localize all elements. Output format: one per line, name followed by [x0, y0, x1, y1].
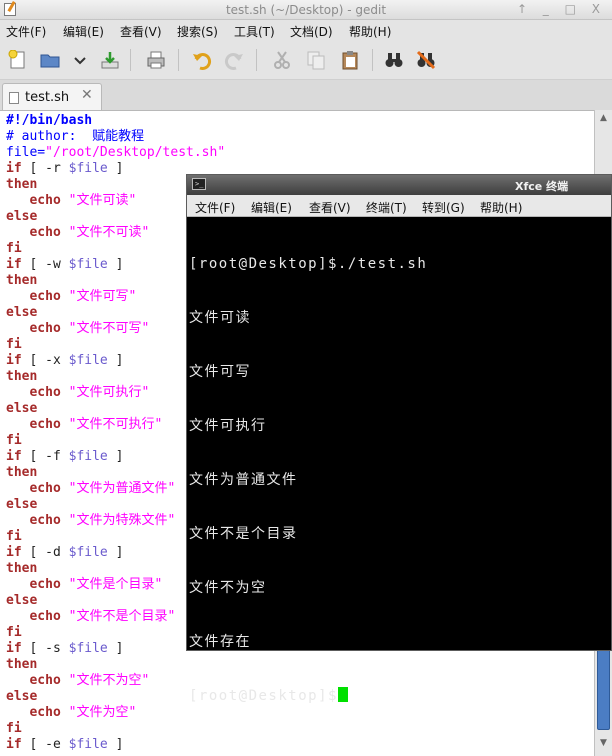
- terminal-line: [root@Desktop]$./test.sh: [189, 256, 428, 272]
- terminal-output[interactable]: [root@Desktop]$./test.sh 文件可读 文件可写 文件可执行…: [189, 219, 427, 741]
- scroll-down-icon[interactable]: ▼: [598, 738, 609, 750]
- print-icon[interactable]: [146, 50, 166, 70]
- cut-icon[interactable]: [272, 50, 292, 70]
- scrollbar-thumb[interactable]: [597, 646, 610, 730]
- menu-bar: 文件(F) 编辑(E) 查看(V) 搜索(S) 工具(T) 文档(D) 帮助(H…: [0, 20, 612, 40]
- terminal-window[interactable]: >_ Xfce 终端 文件(F) 编辑(E) 查看(V) 终端(T) 转到(G)…: [186, 174, 612, 704]
- terminal-line: 文件可写: [189, 364, 251, 380]
- close-tab-icon[interactable]: ✕: [81, 87, 93, 103]
- redo-icon[interactable]: [224, 50, 244, 70]
- terminal-line: 文件可执行: [189, 418, 267, 434]
- window-controls[interactable]: ↑ _ □ X: [517, 2, 606, 16]
- open-folder-icon[interactable]: [40, 50, 60, 70]
- new-document-icon[interactable]: [8, 49, 28, 70]
- paste-icon[interactable]: [340, 50, 360, 70]
- undo-icon[interactable]: [192, 50, 212, 70]
- tab-title: test.sh: [25, 90, 70, 105]
- menu-search[interactable]: 搜索(S): [177, 23, 218, 40]
- toolbar-separator: [130, 49, 131, 71]
- menu-tools[interactable]: 工具(T): [234, 23, 275, 40]
- scroll-up-icon[interactable]: ▲: [598, 113, 609, 125]
- terminal-line: 文件不为空: [189, 580, 267, 596]
- terminal-menu-file[interactable]: 文件(F): [195, 199, 235, 216]
- terminal-line: 文件可读: [189, 310, 251, 326]
- code-line: # author: 赋能教程: [6, 129, 145, 144]
- terminal-menu-bar: 文件(F) 编辑(E) 查看(V) 终端(T) 转到(G) 帮助(H): [187, 195, 611, 217]
- document-icon: [9, 92, 19, 104]
- terminal-menu-goto[interactable]: 转到(G): [422, 199, 465, 216]
- save-download-icon[interactable]: [100, 50, 120, 70]
- toolbar-separator: [256, 49, 257, 71]
- title-bar: test.sh (~/Desktop) - gedit ↑ _ □ X: [0, 0, 612, 20]
- code-line: #!/bin/bash: [6, 113, 93, 128]
- terminal-prompt: [root@Desktop]$: [189, 688, 338, 704]
- tab-test-sh[interactable]: test.sh ✕: [2, 83, 102, 110]
- terminal-menu-terminal[interactable]: 终端(T): [366, 199, 407, 216]
- menu-file[interactable]: 文件(F): [6, 23, 46, 40]
- terminal-menu-help[interactable]: 帮助(H): [480, 199, 522, 216]
- tab-bar: test.sh ✕: [0, 80, 612, 110]
- replace-icon[interactable]: [416, 50, 436, 70]
- menu-help[interactable]: 帮助(H): [349, 23, 391, 40]
- menu-document[interactable]: 文档(D): [290, 23, 333, 40]
- open-dropdown-icon[interactable]: [70, 50, 90, 70]
- terminal-line: 文件存在: [189, 634, 251, 650]
- find-icon[interactable]: [384, 50, 404, 70]
- terminal-line: 文件不是个目录: [189, 526, 298, 542]
- terminal-menu-edit[interactable]: 编辑(E): [251, 199, 292, 216]
- toolbar-separator: [372, 49, 373, 71]
- terminal-cursor: [337, 687, 348, 702]
- terminal-title-bar: >_ Xfce 终端: [187, 175, 611, 195]
- toolbar-separator: [178, 49, 179, 71]
- menu-view[interactable]: 查看(V): [120, 23, 162, 40]
- terminal-prompt-line: [root@Desktop]$: [189, 687, 427, 705]
- toolbar: [0, 40, 612, 80]
- code-line: file="/root/Desktop/test.sh": [6, 145, 226, 160]
- terminal-line: 文件为普通文件: [189, 472, 298, 488]
- terminal-app-icon: >_: [192, 178, 206, 190]
- copy-icon[interactable]: [306, 50, 326, 70]
- terminal-menu-view[interactable]: 查看(V): [309, 199, 351, 216]
- menu-edit[interactable]: 编辑(E): [63, 23, 104, 40]
- terminal-title: Xfce 终端: [515, 180, 569, 193]
